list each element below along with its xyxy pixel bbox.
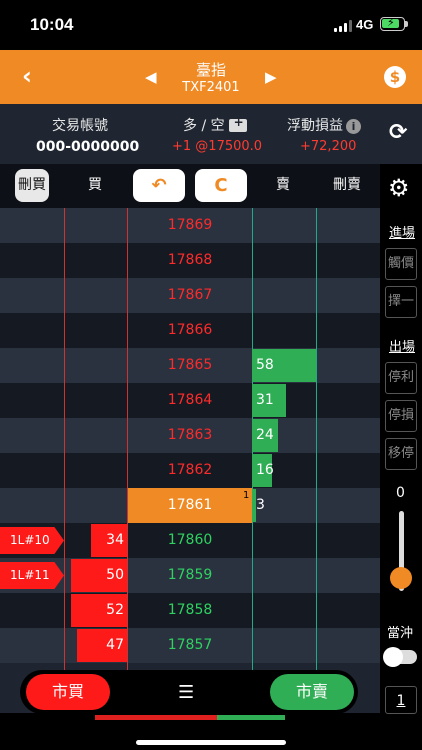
slider-value: 0	[396, 485, 405, 501]
pnl-value: +72,200	[300, 139, 357, 154]
ladder-row[interactable]: 17869	[0, 208, 380, 243]
ladder-row[interactable]: 17861	[0, 488, 380, 523]
bottom-bar: 市買 ☰ 市賣	[20, 670, 358, 714]
ladder-price[interactable]: 17861	[128, 488, 252, 523]
ask-volume: 24	[256, 427, 274, 443]
trigger-button[interactable]: 觸價	[385, 248, 417, 280]
bid-volume: 34	[106, 532, 124, 548]
network-type: 4G	[356, 17, 374, 32]
ladder-price[interactable]: 17859	[128, 558, 252, 593]
buy-sell-ratio-bar	[95, 715, 285, 720]
ladder-row[interactable]: 17868	[0, 243, 380, 278]
trailing-stop-button[interactable]: 移停	[385, 438, 417, 470]
position-label: 多 / 空 +	[183, 115, 247, 135]
list-icon[interactable]: ☰	[178, 682, 194, 703]
daytrade-label: 當沖	[387, 626, 414, 641]
buy-column-label: 買	[88, 177, 102, 193]
status-time: 10:04	[30, 15, 74, 34]
ladder-row[interactable]: 17866	[0, 313, 380, 348]
signal-icon	[334, 20, 352, 32]
top-bar: ‹ ◀ 臺指 TXF2401 ▶ $	[0, 50, 422, 104]
bid-volume: 52	[106, 602, 124, 618]
stop-loss-button[interactable]: 停損	[385, 400, 417, 432]
ladder-price[interactable]: 17864	[128, 383, 252, 418]
price-ladder[interactable]: 17869 17868 17867 17866 17865 17864 17863 17862…	[0, 208, 380, 713]
next-contract-icon[interactable]: ▶	[265, 68, 277, 86]
pnl-label: 浮動損益 i	[287, 115, 361, 135]
slider-knob[interactable]	[390, 567, 412, 589]
fill-marker: 1	[243, 490, 250, 501]
side-panel: 進場 觸價 擇一 出場 停利 停損 移停 0 當沖	[380, 208, 422, 713]
ladder-price[interactable]: 17860	[128, 523, 252, 558]
order-tag[interactable]: 1L#10	[0, 527, 64, 554]
ladder-divider	[127, 208, 128, 713]
entry-label: 進場	[388, 226, 415, 241]
battery-icon: ⚡	[380, 16, 408, 31]
ladder-row[interactable]: 17858	[0, 593, 380, 628]
quantity-button[interactable]: 1	[385, 686, 417, 714]
ladder-price[interactable]: 17868	[128, 243, 252, 278]
ladder-row[interactable]: 17865	[0, 348, 380, 383]
ladder-row[interactable]: 17864	[0, 383, 380, 418]
market-buy-button[interactable]: 市買	[26, 674, 110, 710]
info-icon[interactable]: i	[346, 119, 361, 134]
ask-volume: 16	[256, 462, 274, 478]
ladder-divider	[316, 208, 317, 713]
folder-add-icon[interactable]: +	[228, 115, 247, 132]
take-profit-button[interactable]: 停利	[385, 362, 417, 394]
ladder-row[interactable]: 17862	[0, 453, 380, 488]
ladder-price[interactable]: 17863	[128, 418, 252, 453]
delete-sell-button[interactable]: 刪賣	[330, 169, 364, 202]
ladder-divider	[64, 208, 65, 713]
ask-volume: 31	[256, 392, 274, 408]
ladder-row[interactable]: 17867	[0, 278, 380, 313]
undo-button[interactable]: ↶	[133, 169, 185, 202]
status-bar: 10:04 4G ⚡	[0, 0, 422, 50]
ladder-price[interactable]: 17866	[128, 313, 252, 348]
ladder-price[interactable]: 17869	[128, 208, 252, 243]
ladder-row[interactable]: 17863	[0, 418, 380, 453]
ladder-price[interactable]: 17857	[128, 628, 252, 663]
gear-icon[interactable]: ⚙	[388, 174, 410, 202]
position-value: +1 @17500.0	[172, 139, 263, 154]
choose-one-button[interactable]: 擇一	[385, 286, 417, 318]
order-tag[interactable]: 1L#11	[0, 562, 64, 589]
ladder-price[interactable]: 17862	[128, 453, 252, 488]
daytrade-toggle[interactable]	[383, 647, 417, 667]
ask-volume: 58	[256, 357, 274, 373]
bid-volume: 50	[106, 567, 124, 583]
reset-button[interactable]: C	[195, 169, 247, 202]
home-indicator	[136, 740, 286, 745]
account-panel: 交易帳號 000-0000000 多 / 空 + +1 @17500.0 浮動損益…	[0, 104, 422, 164]
order-controls: 刪買 買 ↶ C 賣 刪賣	[0, 164, 380, 208]
contract-title: 臺指	[195, 61, 226, 79]
contract-code: TXF2401	[182, 80, 240, 95]
refresh-icon[interactable]: ⟳	[389, 120, 407, 145]
ladder-price[interactable]: 17865	[128, 348, 252, 383]
account-label: 交易帳號	[52, 118, 108, 134]
delete-buy-button[interactable]: 刪買	[15, 169, 49, 202]
account-number[interactable]: 000-0000000	[36, 139, 139, 155]
ladder-price[interactable]: 17858	[128, 593, 252, 628]
market-sell-button[interactable]: 市賣	[270, 674, 354, 710]
ask-volume: 3	[256, 497, 265, 513]
ladder-price[interactable]: 17867	[128, 278, 252, 313]
bid-volume: 47	[106, 637, 124, 653]
ladder-row[interactable]: 17857	[0, 628, 380, 663]
exit-label: 出場	[388, 340, 415, 355]
sell-column-label: 賣	[276, 177, 290, 193]
dollar-icon[interactable]: $	[384, 66, 406, 88]
